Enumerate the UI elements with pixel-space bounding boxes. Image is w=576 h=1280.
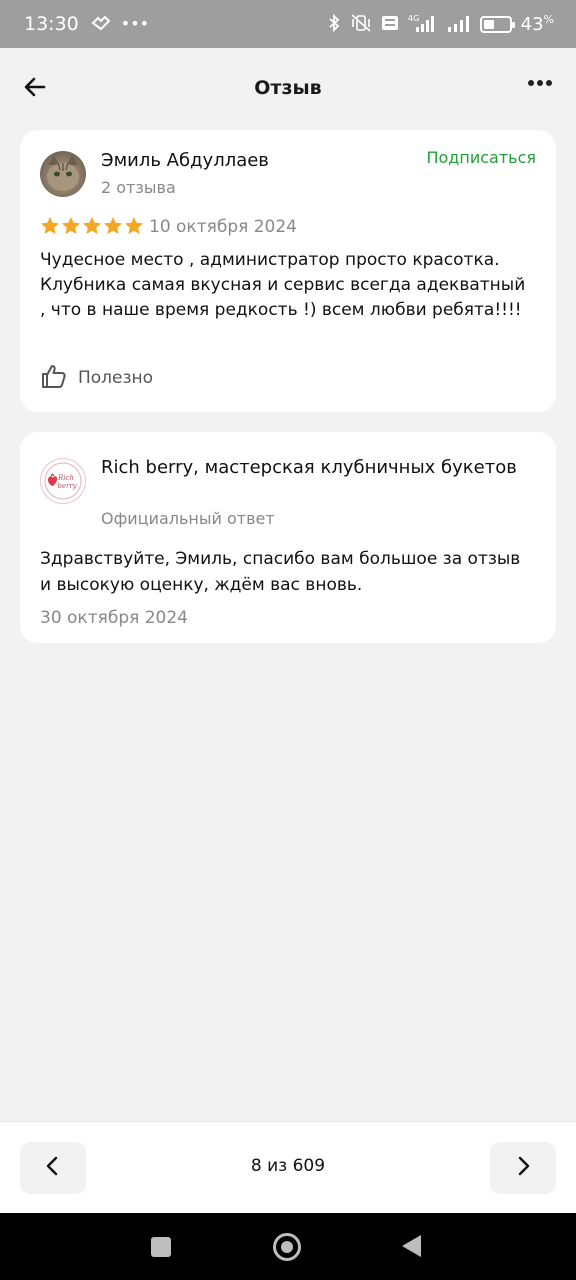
- business-name[interactable]: Rich berry, мастерская клубничных букето…: [101, 455, 521, 480]
- top-app-bar: Отзыв: [0, 48, 576, 128]
- network-type-label: 4G: [408, 14, 419, 23]
- chevron-right-icon: [512, 1155, 534, 1181]
- signal-icon: [447, 13, 471, 36]
- back-arrow-icon[interactable]: [22, 74, 52, 104]
- more-notifications-icon: •••: [120, 14, 150, 33]
- svg-text:berry: berry: [57, 482, 77, 490]
- star-icon: [83, 217, 101, 234]
- reply-text: Здравствуйте, Эмиль, спасибо вам большое…: [40, 549, 521, 595]
- review-pager: 8 из 609: [0, 1121, 576, 1213]
- rating-stars: [40, 216, 144, 236]
- star-icon: [41, 217, 59, 234]
- battery-level-fill: [483, 19, 494, 29]
- star-icon: [62, 217, 80, 234]
- status-right-icons: 4G 43%: [327, 13, 554, 36]
- home-icon[interactable]: [273, 1233, 301, 1261]
- signal-4g-icon: 4G: [408, 13, 438, 36]
- vibrate-off-icon: [350, 13, 372, 35]
- battery-percent: 43%: [520, 13, 554, 35]
- official-reply-label: Официальный ответ: [101, 509, 275, 528]
- app-notification-icon: [91, 15, 111, 34]
- official-reply-card: Rich berry Rich berry, мастерская клубни…: [20, 432, 556, 643]
- reply-date: 30 октября 2024: [40, 608, 189, 628]
- review-date: 10 октября 2024: [149, 217, 298, 237]
- reviewer-name[interactable]: Эмиль Абдуллаев: [101, 150, 269, 171]
- more-dot: [537, 80, 543, 86]
- battery-icon: [479, 15, 515, 33]
- review-card: Эмиль Абдуллаев 2 отзыва Подписаться 10 …: [20, 130, 556, 412]
- more-dot: [546, 80, 552, 86]
- reviewer-avatar[interactable]: [40, 151, 86, 197]
- more-options-icon[interactable]: [528, 80, 552, 86]
- status-time: 13:30: [24, 13, 79, 35]
- more-dot: [528, 80, 534, 86]
- recents-icon[interactable]: [151, 1237, 171, 1257]
- subscribe-button[interactable]: Подписаться: [426, 148, 536, 167]
- thumbs-up-icon: [40, 362, 68, 394]
- svg-text:Rich: Rich: [57, 474, 74, 482]
- system-navigation-bar: [0, 1213, 576, 1280]
- status-left-icons: •••: [91, 15, 149, 34]
- review-text: Чудесное место , администратор просто кр…: [40, 250, 526, 320]
- volte-icon: [381, 15, 399, 34]
- star-icon: [125, 217, 143, 234]
- bluetooth-icon: [327, 13, 341, 35]
- screen: 13:30 ••• 4G 43% Отзыв Эмиль Абдуллаев 2…: [0, 0, 576, 1280]
- business-logo[interactable]: Rich berry: [40, 458, 86, 504]
- system-back-icon[interactable]: [402, 1235, 421, 1257]
- star-icon: [104, 217, 122, 234]
- useful-label: Полезно: [78, 368, 154, 388]
- page-title: Отзыв: [254, 77, 322, 99]
- next-review-button[interactable]: [490, 1142, 556, 1194]
- status-bar: 13:30 ••• 4G 43%: [0, 0, 576, 48]
- reviewer-review-count: 2 отзыва: [101, 178, 176, 197]
- useful-button[interactable]: Полезно: [40, 362, 153, 394]
